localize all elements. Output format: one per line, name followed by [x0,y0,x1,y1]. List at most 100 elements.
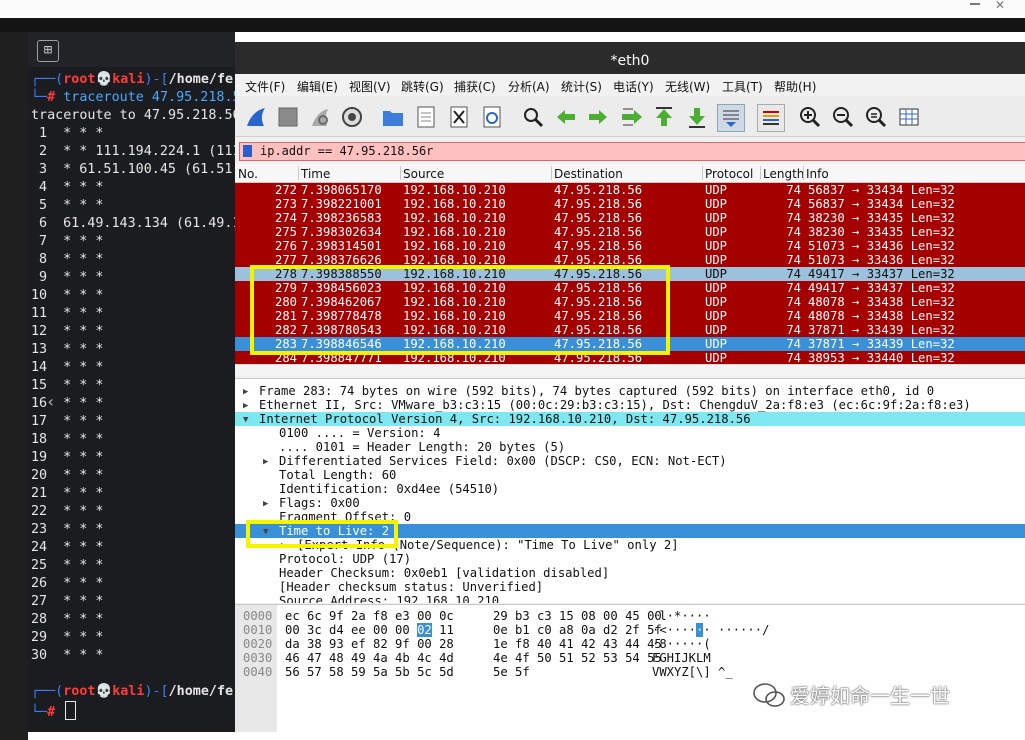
column-header-source[interactable]: Source [403,167,444,181]
packet-list-scrollbar[interactable] [235,364,1025,376]
detail-row[interactable]: Header Checksum: 0x0eb1 [validation disa… [235,566,1025,580]
expand-arrow-icon[interactable]: ▶ [263,455,268,469]
hop-text: * * * [63,252,104,267]
detail-row[interactable]: ▼ Internet Protocol Version 4, Src: 192.1… [235,412,1025,426]
close-icon[interactable]: ✕ [995,0,1005,12]
zoom-out-icon[interactable] [830,104,856,130]
packet-dst: 47.95.218.56 [554,225,643,239]
hop-line: 21 * * * [31,485,103,503]
hex-bytes-right: 29 b3 c3 15 08 00 45 00 [493,609,662,623]
menu-item-8[interactable]: 无线(W) [665,78,710,95]
menu-item-2[interactable]: 视图(V) [349,78,391,95]
packet-info: 37871 → 33439 Len=32 [808,337,955,351]
detail-row[interactable]: 0100 .... = Version: 4 [235,426,1025,440]
menu-item-10[interactable]: 帮助(H) [774,78,816,95]
menu-item-9[interactable]: 工具(T) [722,78,763,95]
packet-row[interactable]: 272 7.398065170 192.168.10.210 47.95.218.56… [235,183,1025,197]
prompt-line: ┌──(root💀kali)-[/home/fer [31,683,235,701]
command-line[interactable]: └─# traceroute 47.95.218.5 [31,89,235,107]
hop-line: 1 * * * [31,125,104,143]
packet-len: 74 [786,323,801,337]
normal-size-icon[interactable] [863,104,889,130]
go-back-icon[interactable] [553,104,579,130]
restart-icon[interactable] [307,104,333,130]
collapse-arrow-icon[interactable]: ▼ [243,413,248,427]
hop-gap [47,432,63,447]
menu-item-4[interactable]: 捕获(C) [454,78,496,95]
close-file-icon[interactable] [446,104,472,130]
packet-details-tree[interactable]: ▶ Frame 283: 74 bytes on wire (592 bits),… [235,378,1025,603]
packet-no: 276 [274,239,297,253]
hop-number: 17 [31,414,48,429]
hop-text: * * * [63,198,104,213]
byte-offset: 0010 [243,623,273,637]
scroll-left-icon[interactable]: ‹ [46,392,62,411]
go-to-packet-icon[interactable] [619,104,645,130]
detail-row[interactable]: ▶ Flags: 0x00 [235,496,1025,510]
minimize-icon[interactable] [970,3,980,5]
column-header-length[interactable]: Length [763,167,804,181]
byte-offset: 0030 [243,651,273,665]
hop-line: 27 * * * [31,593,103,611]
ascii-bytes: ·8·····( [652,637,711,651]
menu-item-1[interactable]: 编辑(E) [297,78,338,95]
column-header-info[interactable]: Info [806,167,829,181]
detail-row[interactable]: .... 0101 = Header Length: 20 bytes (5) [235,440,1025,454]
hop-number: 14 [31,360,48,375]
menu-item-6[interactable]: 统计(S) [561,78,602,95]
detail-row[interactable]: Identification: 0xd4ee (54510) [235,482,1025,496]
packet-bytes-pane[interactable]: 0000 ec 6c 9f 2a f8 e3 00 0c 29 b3 c3 15 0… [235,604,1025,732]
expand-arrow-icon[interactable]: ▶ [263,497,268,511]
traceroute-header: traceroute to 47.95.218.56 [31,108,235,123]
detail-row[interactable]: Total Length: 60 [235,468,1025,482]
hex-selected-byte[interactable]: 02 [417,623,432,637]
shark-fin-start-icon[interactable] [243,104,269,130]
detail-row[interactable]: ▶ Ethernet II, Src: VMware_b3:c3:15 (00:0… [235,398,1025,412]
autoscroll-icon[interactable] [717,104,745,132]
prompt-bracket: ┌──( [31,684,64,699]
packet-row[interactable]: 275 7.398302634 192.168.10.210 47.95.218.56… [235,225,1025,239]
last-packet-icon[interactable] [684,104,710,130]
hop-gap [47,198,63,213]
detail-row[interactable]: [Header checksum status: Unverified] [235,580,1025,594]
stop-icon[interactable] [275,104,301,130]
detail-row[interactable]: Source Address: 192.168.10.210 [235,594,1025,603]
save-file-icon[interactable] [413,104,439,130]
packet-dst: 47.95.218.56 [554,239,643,253]
zoom-in-icon[interactable] [797,104,823,130]
new-tab-icon[interactable]: ⊞ [37,40,59,62]
packet-row[interactable]: 276 7.398314501 192.168.10.210 47.95.218.56… [235,239,1025,253]
command-line[interactable]: └─# [31,701,77,722]
detail-row[interactable]: ▶ Differentiated Services Field: 0x00 (DS… [235,454,1025,468]
capture-options-icon[interactable] [339,104,365,130]
hop-gap [47,342,63,357]
display-filter-bar[interactable]: ip.addr == 47.95.218.56r [239,142,1025,161]
menu-item-7[interactable]: 电话(Y) [613,78,654,95]
resize-columns-icon[interactable] [896,104,922,130]
packet-row[interactable]: 274 7.398236583 192.168.10.210 47.95.218.56… [235,211,1025,225]
expand-arrow-icon[interactable]: ▶ [243,399,248,413]
menu-item-3[interactable]: 跳转(G) [401,78,444,95]
column-header-destination[interactable]: Destination [554,167,623,181]
column-header-time[interactable]: Time [301,167,330,181]
expand-arrow-icon[interactable]: ▶ [243,385,248,399]
column-header-protocol[interactable]: Protocol [705,167,753,181]
first-packet-icon[interactable] [651,104,677,130]
go-forward-icon[interactable] [585,104,611,130]
packet-proto: UDP [705,309,728,323]
column-header-no[interactable]: No. [238,167,258,181]
detail-row[interactable]: Protocol: UDP (17) [235,552,1025,566]
menu-item-5[interactable]: 分析(A) [508,78,550,95]
open-folder-icon[interactable] [380,104,406,130]
menu-item-0[interactable]: 文件(F) [245,78,285,95]
colorize-icon[interactable] [757,104,785,132]
detail-row[interactable]: ▶ Frame 283: 74 bytes on wire (592 bits),… [235,384,1025,398]
packet-src: 192.168.10.210 [403,211,506,225]
display-filter-input[interactable]: ip.addr == 47.95.218.56r [260,144,433,158]
find-packet-icon[interactable] [520,104,546,130]
detail-text: Frame 283: 74 bytes on wire (592 bits), … [259,384,935,398]
packet-row[interactable]: 273 7.398221001 192.168.10.210 47.95.218.56… [235,197,1025,211]
bookmark-icon[interactable] [243,145,252,157]
terminal-window[interactable]: ⊞ ┌──(root💀kali)-[/home/fer └─# tracerout… [28,32,235,732]
reload-file-icon[interactable] [479,104,505,130]
